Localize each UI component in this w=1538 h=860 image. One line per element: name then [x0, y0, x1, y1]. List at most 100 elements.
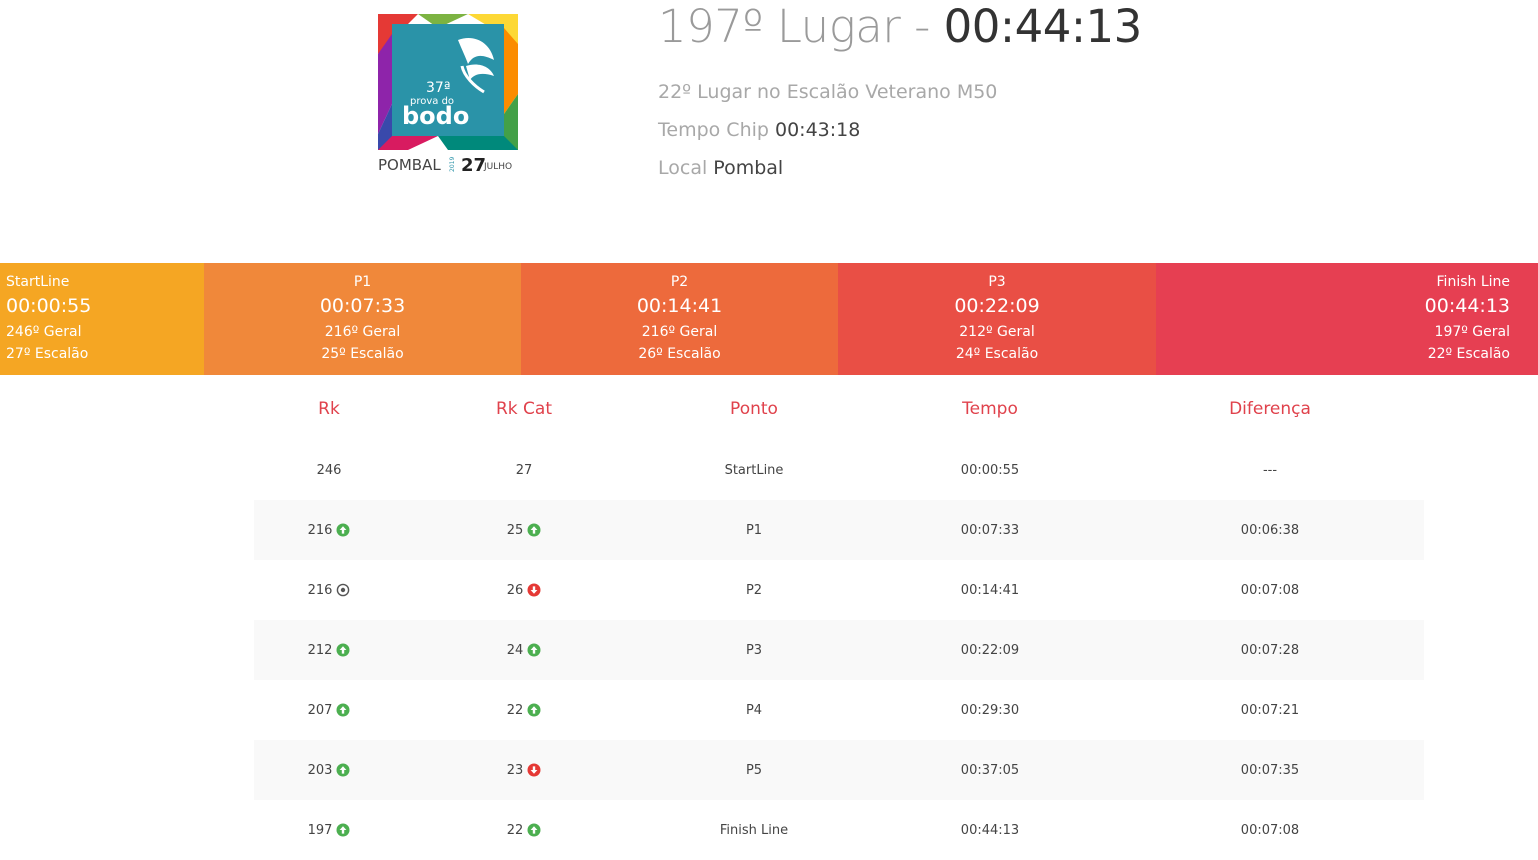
arrow-down-icon [527, 583, 541, 597]
cell-tempo: 00:44:13 [960, 822, 1020, 838]
split-category: 26º Escalão [638, 346, 721, 362]
event-logo: 37ª prova do bodo POMBAL 2019 27 JULHO [378, 14, 520, 176]
cell-diferenca: 00:07:28 [1240, 642, 1300, 658]
arrow-up-icon [336, 643, 350, 657]
chip-time-line: Tempo Chip 00:43:18 [658, 118, 1142, 142]
split-time: 00:44:13 [1424, 295, 1510, 317]
split-time: 00:07:33 [319, 295, 406, 317]
arrow-down-icon [527, 763, 541, 777]
category-rank: 22º Lugar no Escalão Veterano M50 [658, 81, 998, 103]
chip-time-value: 00:43:18 [775, 119, 861, 141]
cell-rk-cat: 27 [515, 462, 533, 478]
header-ponto[interactable]: Ponto [644, 399, 864, 419]
cell-diferenca: 00:07:35 [1240, 762, 1300, 778]
cell-rk: 212 [254, 643, 404, 658]
table-row: 246 27 StartLine 00:00:55 --- [254, 440, 1424, 500]
page-title: 197º Lugar - 00:44:13 [658, 2, 1142, 52]
cell-diferenca: 00:07:08 [1240, 822, 1300, 838]
arrow-up-icon [527, 703, 541, 717]
split-finish: Finish Line 00:44:13 197º Geral 22º Esca… [1156, 263, 1538, 375]
header-diferenca[interactable]: Diferença [1116, 399, 1424, 419]
cell-ponto: StartLine [724, 462, 784, 478]
table-row: 203 23 P5 00:37:05 00:07:35 [254, 740, 1424, 800]
cell-rk-cat: 24 [404, 643, 644, 658]
arrow-up-icon [336, 823, 350, 837]
cell-rk-cat: 23 [404, 763, 644, 778]
no-change-icon [337, 583, 350, 597]
split-time: 00:00:55 [6, 295, 92, 317]
cell-tempo: 00:37:05 [960, 762, 1020, 778]
arrow-up-icon [336, 763, 350, 777]
cell-tempo: 00:29:30 [960, 702, 1020, 718]
arrow-up-icon [527, 523, 541, 537]
bodo-logo-icon: 37ª prova do bodo POMBAL 2019 27 JULHO [378, 14, 518, 176]
header-rk-cat[interactable]: Rk Cat [404, 399, 644, 419]
table-row: 197 22 Finish Line 00:44:13 00:07:08 [254, 800, 1424, 860]
split-startline: StartLine 00:00:55 246º Geral 27º Escalã… [0, 263, 204, 375]
arrow-up-icon [527, 643, 541, 657]
split-label: P1 [353, 274, 372, 290]
cell-rk: 197 [254, 823, 404, 838]
split-overall: 197º Geral [1434, 324, 1510, 340]
split-label: Finish Line [1436, 274, 1510, 290]
cell-diferenca: 00:06:38 [1240, 522, 1300, 538]
cell-ponto: P4 [745, 702, 763, 718]
split-overall: 246º Geral [6, 324, 82, 340]
cell-rk-cat: 26 [404, 583, 644, 598]
split-label: P3 [988, 274, 1006, 290]
table-row: 212 24 P3 00:22:09 00:07:28 [254, 620, 1424, 680]
cell-rk-cat: 25 [404, 523, 644, 538]
cell-diferenca: 00:07:21 [1240, 702, 1300, 718]
result-header: 197º Lugar - 00:44:13 22º Lugar no Escal… [658, 0, 1142, 180]
cell-rk-cat: 22 [404, 703, 644, 718]
local-line: Local Pombal [658, 156, 1142, 180]
cell-tempo: 00:00:55 [960, 462, 1020, 478]
cell-rk: 203 [254, 763, 404, 778]
table-body: 246 27 StartLine 00:00:55 --- 216 25 P1 00:07:33… [254, 440, 1424, 860]
overall-position: 197º Lugar - [658, 0, 930, 53]
split-category: 25º Escalão [321, 346, 404, 362]
split-p3: P3 00:22:09 212º Geral 24º Escalão [838, 263, 1156, 375]
cell-diferenca: 00:07:08 [1240, 582, 1300, 598]
cell-rk: 216 [254, 523, 404, 538]
split-label: P2 [670, 274, 689, 290]
cell-rk-cat: 22 [404, 823, 644, 838]
header-tempo[interactable]: Tempo [864, 399, 1116, 419]
local-label: Local [658, 157, 708, 179]
arrow-up-icon [336, 703, 350, 717]
split-time: 00:14:41 [636, 295, 723, 317]
table-row: 216 26 P2 00:14:41 00:07:08 [254, 560, 1424, 620]
split-overall: 216º Geral [324, 324, 401, 340]
cell-rk: 246 [316, 462, 342, 478]
table-row: 207 22 P4 00:29:30 00:07:21 [254, 680, 1424, 740]
header-rk[interactable]: Rk [254, 399, 404, 419]
arrow-up-icon [527, 823, 541, 837]
svg-text:JULHO: JULHO [483, 162, 512, 172]
cell-diferenca: --- [1262, 462, 1278, 478]
cell-tempo: 00:07:33 [960, 522, 1020, 538]
final-time: 00:44:13 [943, 0, 1143, 53]
chip-time-label: Tempo Chip [658, 119, 769, 141]
splits-table: Rk Rk Cat Ponto Tempo Diferença 246 27 Sta… [254, 378, 1424, 860]
arrow-up-icon [336, 523, 350, 537]
split-bar: StartLine 00:00:55 246º Geral 27º Escalã… [0, 263, 1538, 375]
split-time: 00:22:09 [954, 295, 1040, 317]
split-category: 22º Escalão [1427, 346, 1510, 362]
cell-rk: 216 [254, 583, 404, 598]
svg-text:2019: 2019 [449, 157, 456, 172]
split-p1: P1 00:07:33 216º Geral 25º Escalão [204, 263, 521, 375]
split-overall: 212º Geral [959, 324, 1035, 340]
svg-text:37ª: 37ª [426, 80, 450, 96]
table-header: Rk Rk Cat Ponto Tempo Diferença [254, 378, 1424, 440]
svg-text:27: 27 [461, 155, 486, 174]
cell-tempo: 00:22:09 [960, 642, 1020, 658]
split-label: StartLine [6, 274, 70, 290]
split-overall: 216º Geral [641, 324, 718, 340]
cell-ponto: P3 [745, 642, 763, 658]
cell-ponto: P1 [745, 522, 763, 538]
cell-ponto: P2 [745, 582, 763, 598]
cell-tempo: 00:14:41 [960, 582, 1020, 598]
local-value: Pombal [713, 157, 784, 179]
table-row: 216 25 P1 00:07:33 00:06:38 [254, 500, 1424, 560]
svg-text:bodo: bodo [402, 102, 469, 130]
